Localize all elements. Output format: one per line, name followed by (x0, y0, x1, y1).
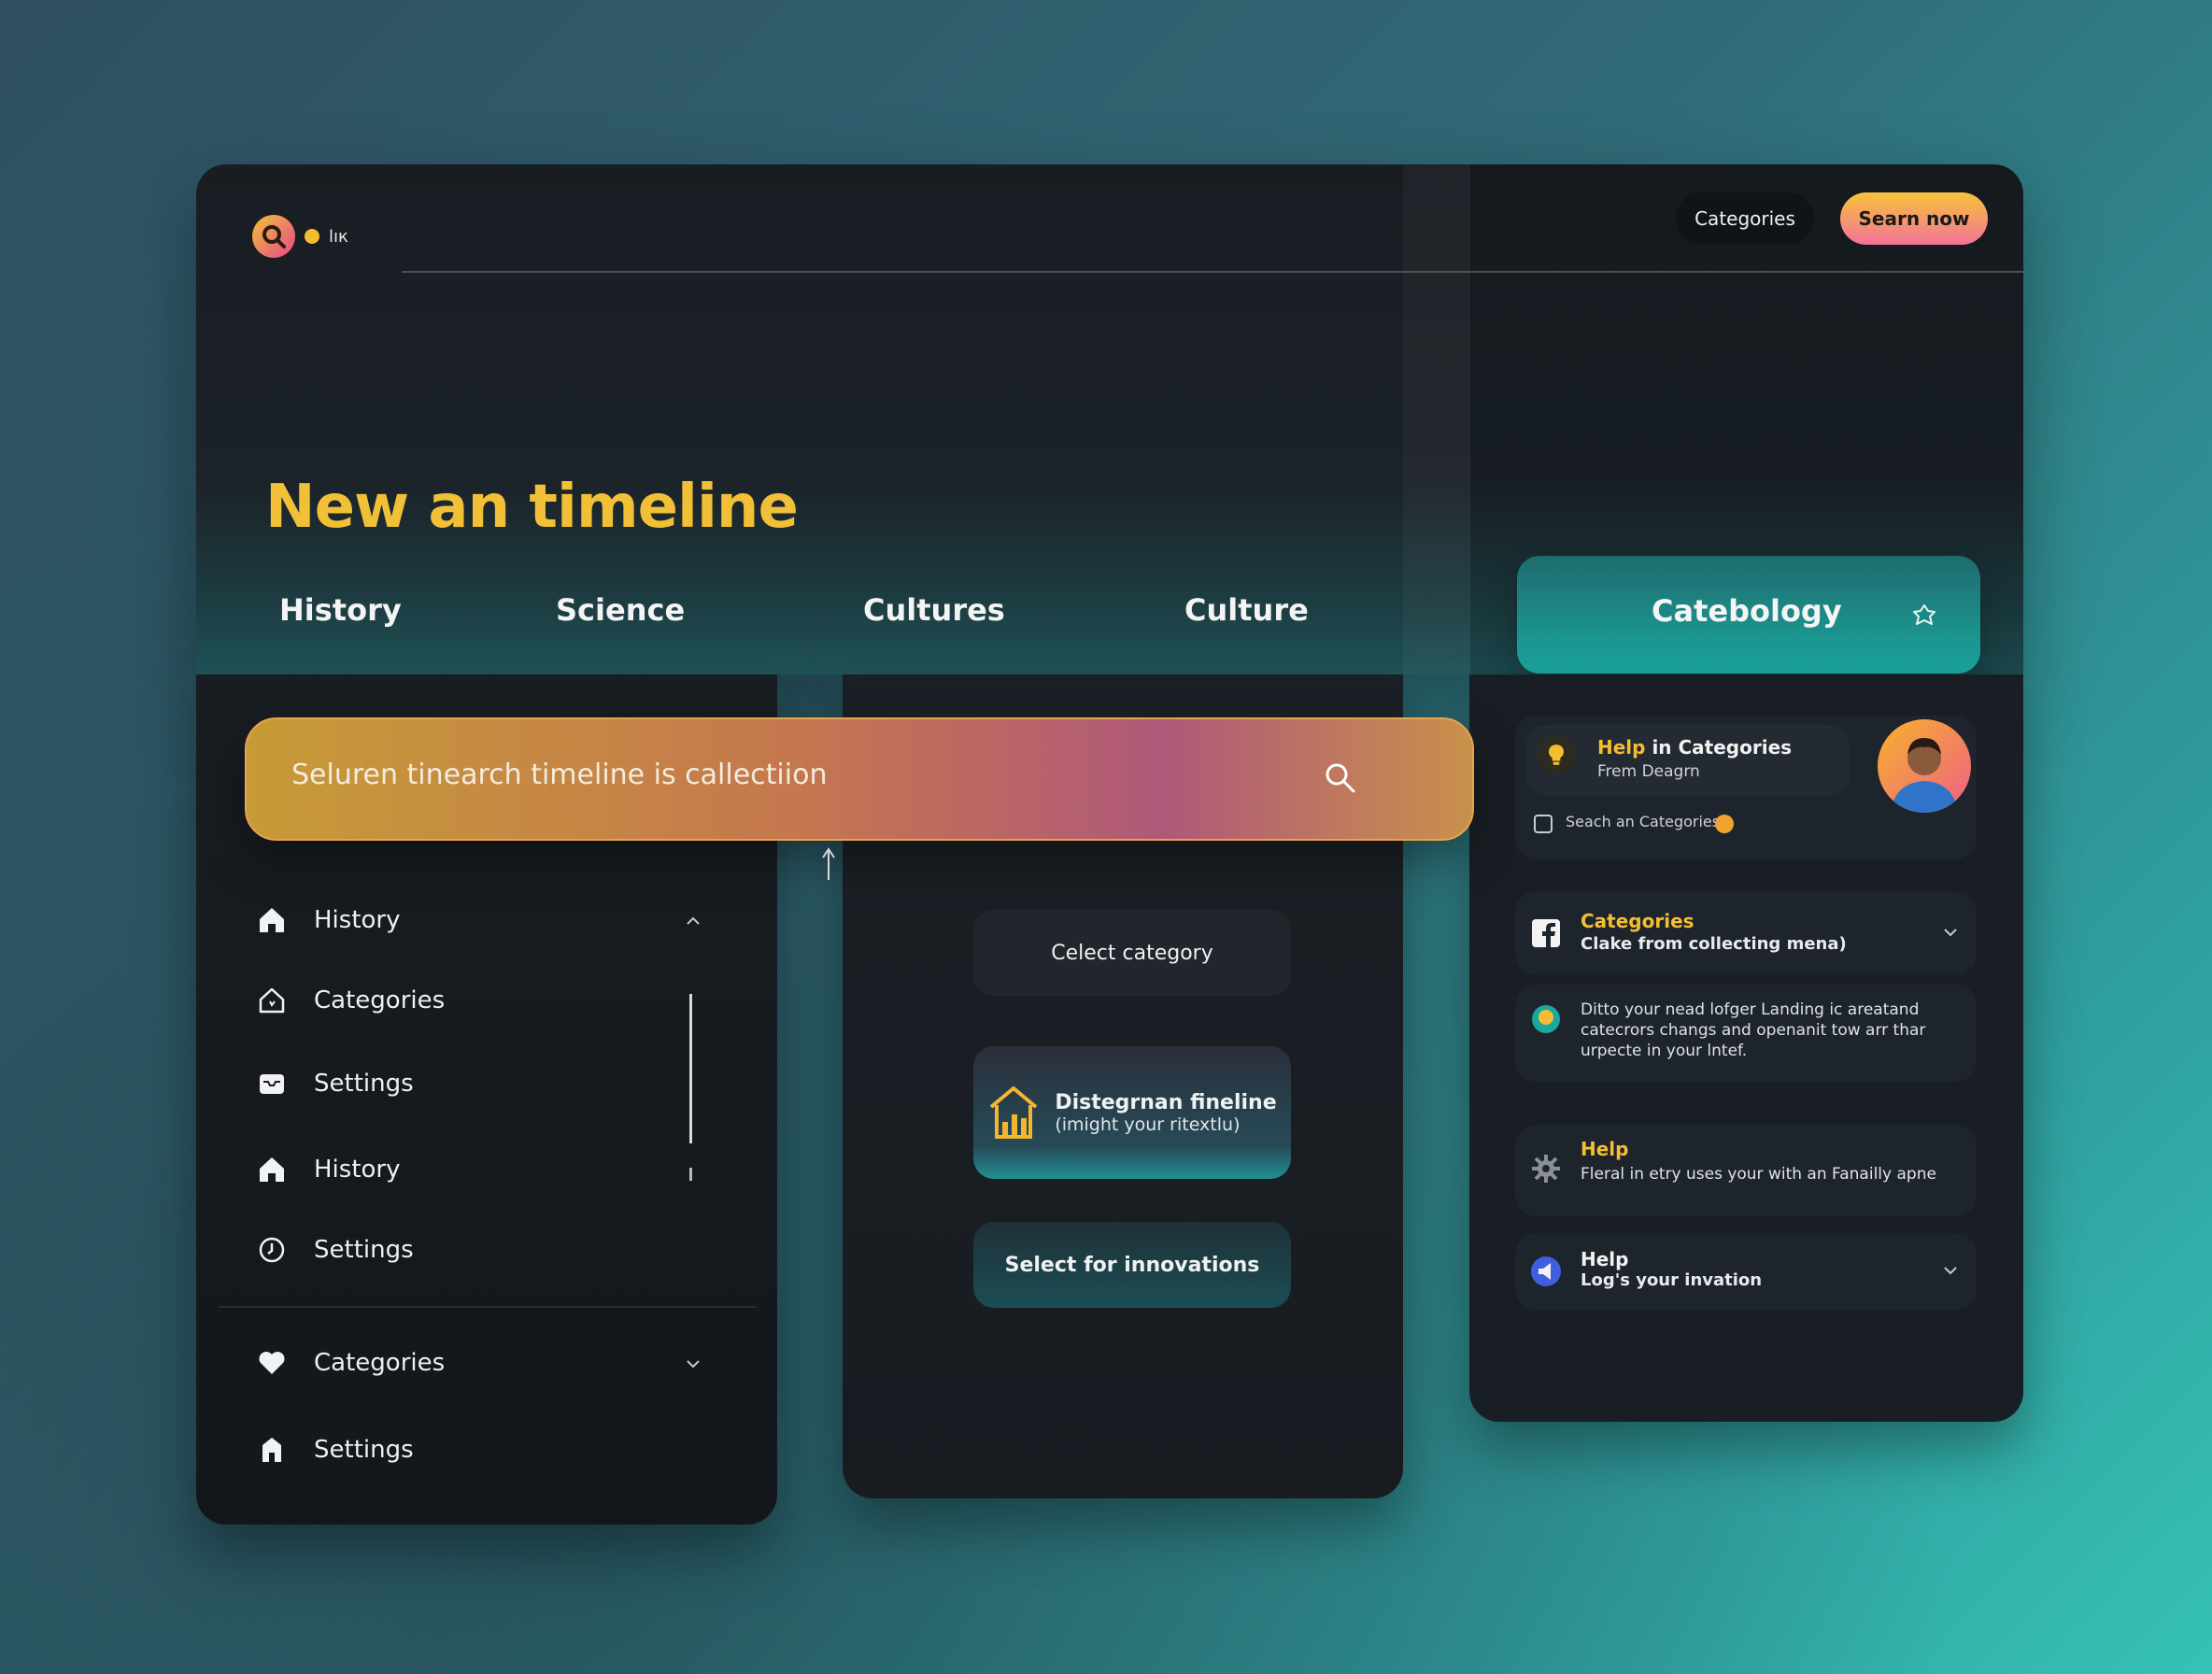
info-text: Ditto your nead lofger Landing ic areata… (1581, 1000, 1926, 1060)
lightbulb-icon (1538, 736, 1575, 773)
inbox-icon (260, 1074, 284, 1094)
sidebar-item-history-2[interactable]: History (256, 1154, 401, 1185)
tab-cultures[interactable]: Cultures (863, 592, 1005, 628)
categories-card[interactable]: Categories Clake from collecting mena) (1515, 891, 1977, 975)
chevron-up-icon[interactable] (683, 911, 703, 931)
search-categories-checkbox[interactable] (1534, 815, 1553, 833)
home-icon (260, 908, 284, 932)
search-icon[interactable] (1323, 760, 1358, 796)
gear-icon (1532, 1155, 1560, 1183)
categories-button[interactable]: Categories (1676, 192, 1814, 245)
select-innovations-button[interactable]: Select for innovations (973, 1222, 1291, 1308)
categories-card-title: Categories (1581, 910, 1694, 932)
sidebar-item-categories-2[interactable]: Categories (256, 1347, 445, 1379)
help-invitation-card[interactable]: Help Log's your invation (1515, 1233, 1977, 1310)
sidebar-item-settings-2[interactable]: Settings (256, 1234, 414, 1266)
logo[interactable]: lıк (252, 215, 348, 258)
search-categories-label: Seach an Categories (1566, 813, 1721, 830)
heart-icon (259, 1352, 285, 1374)
chevron-down-icon[interactable] (1941, 923, 1960, 942)
tab-science[interactable]: Science (556, 592, 685, 628)
tab-history[interactable]: History (279, 592, 402, 628)
info-card: Ditto your nead lofger Landing ic areata… (1515, 985, 1977, 1082)
sidebar-item-label: History (314, 906, 401, 934)
sidebar-item-label: Categories (314, 986, 446, 1014)
column-divider (1403, 164, 1470, 674)
sidebar-item-label: Settings (314, 1436, 414, 1464)
help-title: Help in Categories (1597, 736, 1793, 759)
help-card-text: Fleral in etry uses your with an Fanaill… (1581, 1165, 1936, 1184)
help-invitation-subtitle: Log's your invation (1581, 1270, 1763, 1290)
home-icon (260, 1157, 284, 1182)
building-icon (262, 1438, 281, 1462)
logo-search-icon (252, 215, 295, 258)
sidebar-item-label: Settings (314, 1236, 414, 1264)
page-title: New an timeline (265, 473, 799, 542)
logo-dot (305, 229, 319, 244)
avatar[interactable] (1878, 719, 1971, 813)
help-invitation-title: Help (1581, 1248, 1629, 1270)
badge-icon (1715, 815, 1734, 833)
scrollbar-tick (689, 1168, 692, 1181)
clock-icon (259, 1237, 285, 1263)
facebook-icon (1532, 919, 1560, 947)
refresh-icon (1913, 604, 1936, 625)
chevron-down-icon[interactable] (683, 1354, 703, 1374)
sidebar-divider (219, 1306, 757, 1308)
sidebar-item-label: Settings (314, 1070, 414, 1098)
help-subtitle: Frem Deagrn (1597, 762, 1700, 781)
learn-now-button[interactable]: Searn now (1840, 192, 1988, 245)
help-card[interactable]: Help Fleral in etry uses your with an Fa… (1515, 1125, 1977, 1216)
header-area: lıк Categories Searn now New an timeline… (196, 164, 2023, 674)
featured-subtitle: (imight your ritextlu) (1055, 1114, 1241, 1135)
categories-card-subtitle: Clake from collecting mena) (1581, 934, 1847, 954)
sidebar-item-categories[interactable]: Categories (256, 985, 445, 1016)
sidebar-item-settings-3[interactable]: Settings (256, 1434, 414, 1466)
chevron-down-icon[interactable] (1941, 1261, 1960, 1280)
sidebar-item-history[interactable]: History (256, 904, 401, 936)
help-categories-card: Help in Categories Frem Deagrn Seach an … (1515, 716, 1977, 859)
header-divider (402, 271, 2023, 273)
search-input[interactable]: Seluren tinearch timeline is callectiion (291, 759, 827, 791)
featured-title: Distegrnan fineline (1055, 1090, 1277, 1114)
scrollbar[interactable] (689, 994, 692, 1143)
globe-icon (1532, 1005, 1560, 1033)
logo-text: lıк (329, 226, 348, 247)
search-bar[interactable]: Seluren tinearch timeline is callectiion (245, 717, 1474, 841)
help-card-title: Help (1581, 1138, 1629, 1160)
featured-timeline-card[interactable]: Distegrnan fineline (imight your ritextl… (973, 1046, 1291, 1179)
tab-culture[interactable]: Culture (1184, 592, 1309, 628)
house-chart-icon (990, 1086, 1038, 1139)
megaphone-icon (1531, 1256, 1561, 1286)
tab-catebology-label: Catebology (1652, 593, 1842, 629)
arrow-up-icon (822, 847, 835, 880)
house-outline-icon (259, 987, 285, 1014)
tab-catebology[interactable]: Catebology (1517, 556, 1980, 674)
select-category-button[interactable]: Celect category (973, 910, 1291, 996)
sidebar-item-label: Categories (314, 1349, 446, 1377)
sidebar-item-label: History (314, 1156, 401, 1184)
sidebar-item-settings[interactable]: Settings (256, 1068, 414, 1099)
